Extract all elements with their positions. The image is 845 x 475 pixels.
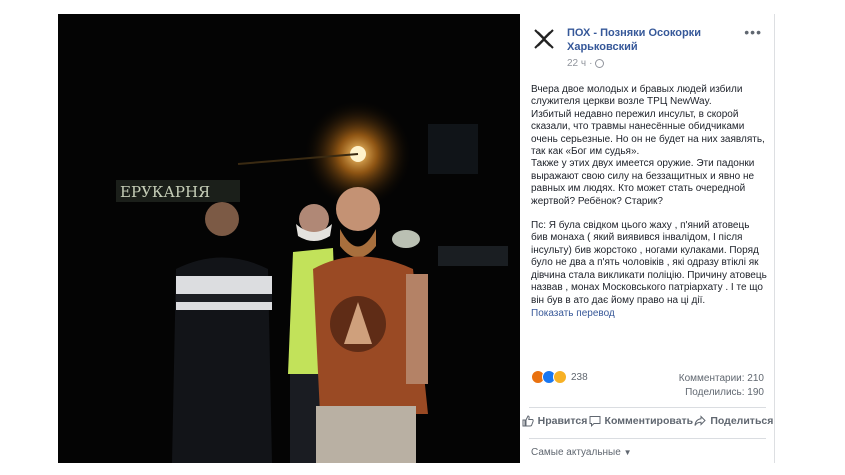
- divider: [529, 438, 766, 439]
- paragraph: Избитый недавно пережил инсульт, в скоро…: [531, 108, 765, 158]
- more-options-icon[interactable]: •••: [744, 24, 762, 40]
- page-name-link[interactable]: ПОХ - Позняки Осокорки Харьковский: [567, 26, 757, 54]
- share-button[interactable]: Поделиться: [694, 415, 773, 427]
- dot-separator: ·: [589, 58, 593, 69]
- translate-link[interactable]: Показать перевод: [531, 308, 767, 320]
- like-button[interactable]: Нравится: [522, 415, 588, 427]
- comment-button[interactable]: Комментировать: [589, 415, 694, 427]
- action-bar: Нравится Комментировать Поделиться: [521, 415, 774, 427]
- shares-count[interactable]: Поделились: 190: [679, 386, 764, 400]
- share-label: Поделиться: [710, 415, 774, 427]
- post-panel: ПОХ - Позняки Осокорки Харьковский ••• 2…: [521, 14, 775, 463]
- share-icon: [694, 415, 707, 426]
- trident-logo-icon: [534, 29, 554, 49]
- page-avatar[interactable]: [531, 26, 557, 52]
- comment-sort-dropdown[interactable]: Самые актуальные ▼: [531, 447, 632, 458]
- comment-icon: [589, 416, 601, 427]
- post-meta: 22 ч ·: [567, 58, 605, 69]
- paragraph: Пс: Я була свідком цього жаху , п'яний а…: [531, 220, 767, 306]
- paragraph: Вчера двое молодых и бравых людей избили…: [531, 84, 743, 108]
- paragraph: Также у этих двух имеется оружие. Эти па…: [531, 158, 755, 207]
- thumbs-up-icon: [522, 415, 534, 427]
- sad-reaction-icon: [553, 370, 567, 384]
- caret-down-icon: ▼: [623, 448, 632, 457]
- divider: [529, 407, 766, 408]
- photo-scene: ЕРУКАРНЯ: [58, 14, 520, 463]
- reactions-count: 238: [571, 371, 588, 383]
- post-text: Вчера двое молодых и бравых людей избили…: [531, 84, 767, 320]
- sign-text: ЕРУКАРНЯ: [120, 183, 210, 201]
- post-photo[interactable]: ЕРУКАРНЯ: [58, 14, 520, 463]
- timestamp[interactable]: 22 ч: [567, 58, 586, 69]
- reactions-summary[interactable]: 238: [531, 370, 588, 384]
- like-label: Нравится: [537, 415, 588, 427]
- comments-count[interactable]: Комментарии: 210: [679, 372, 764, 386]
- engagement-counts: Комментарии: 210 Поделились: 190: [679, 372, 764, 400]
- sort-label: Самые актуальные: [531, 447, 621, 458]
- globe-icon: [595, 59, 605, 68]
- comment-label: Комментировать: [604, 415, 694, 427]
